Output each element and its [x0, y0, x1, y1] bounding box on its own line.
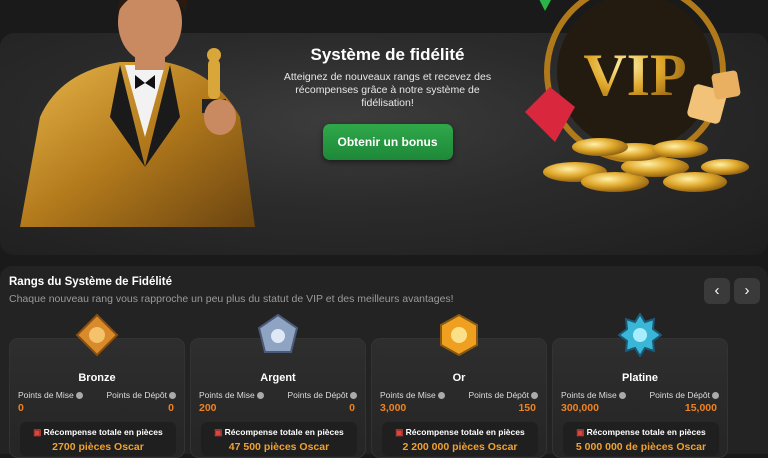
reward-label: Récompense totale en pièces — [405, 427, 525, 437]
bet-points-value: 200 — [199, 402, 217, 414]
reward-value: 5 000 000 de pièces Oscar — [575, 441, 707, 453]
reward-box: ▣ Récompense totale en pièces 5 000 000 … — [563, 422, 719, 456]
prev-button[interactable]: ‹ — [704, 278, 730, 304]
deposit-points-label: Points de Dépôt — [469, 390, 538, 400]
gift-icon: ▣ — [214, 427, 223, 437]
rank-name: Bronze — [78, 372, 116, 384]
character-illustration — [20, 0, 255, 227]
deposit-points-value: 0 — [168, 402, 174, 414]
gift-icon: ▣ — [395, 427, 404, 437]
bet-points-label: Points de Mise — [199, 390, 264, 400]
reward-value: 2700 pièces Oscar — [52, 441, 144, 453]
vip-text: VIP — [583, 42, 686, 108]
ranks-title: Rangs du Système de Fidélité — [9, 276, 172, 288]
info-icon — [531, 392, 538, 400]
rank-card-or[interactable]: Or Points de Mise Points de Dépôt 3,000 … — [371, 313, 547, 458]
reward-label: Récompense totale en pièces — [43, 427, 163, 437]
info-icon — [169, 392, 176, 400]
bet-points-label: Points de Mise — [18, 390, 83, 400]
bet-points-value: 300,000 — [561, 402, 599, 414]
bronze-rank-icon — [75, 313, 119, 357]
get-bonus-button[interactable]: Obtenir un bonus — [322, 124, 453, 160]
deposit-points-label: Points de Dépôt — [107, 390, 176, 400]
ranks-subtitle: Chaque nouveau rang vous rapproche un pe… — [9, 293, 454, 305]
gift-icon: ▣ — [33, 427, 42, 437]
chevron-right-icon: › — [744, 282, 750, 299]
info-icon — [437, 392, 445, 400]
reward-box: ▣ Récompense totale en pièces 2 200 000 … — [382, 422, 538, 456]
deposit-points-value: 0 — [349, 402, 355, 414]
gift-icon: ▣ — [576, 427, 585, 437]
deposit-points-value: 150 — [518, 402, 536, 414]
bet-points-value: 3,000 — [380, 402, 407, 414]
bet-points-label: Points de Mise — [561, 390, 626, 400]
info-icon — [618, 392, 626, 400]
reward-label: Récompense totale en pièces — [586, 427, 706, 437]
reward-value: 2 200 000 pièces Oscar — [402, 441, 518, 453]
info-icon — [712, 392, 719, 400]
bet-points-value: 0 — [18, 402, 24, 414]
emerald-icon — [539, 0, 551, 11]
rank-card-bronze[interactable]: Bronze Points de Mise Points de Dépôt 0 … — [9, 313, 185, 458]
silver-rank-icon — [257, 313, 299, 353]
rank-card-platine[interactable]: Platine Points de Mise Points de Dépôt 3… — [552, 313, 728, 458]
hero-subtitle: Atteignez de nouveaux rangs et recevez d… — [283, 71, 492, 109]
deposit-points-label: Points de Dépôt — [288, 390, 357, 400]
bet-points-label: Points de Mise — [380, 390, 445, 400]
deposit-points-value: 15,000 — [684, 402, 717, 414]
reward-value: 47 500 pièces Oscar — [228, 441, 330, 453]
info-icon — [75, 392, 83, 400]
reward-box: ▣ Récompense totale en pièces 47 500 piè… — [201, 422, 357, 456]
rank-name: Platine — [621, 372, 659, 384]
chevron-left-icon: ‹ — [714, 282, 720, 299]
rank-card-argent[interactable]: Argent Points de Mise Points de Dépôt 20… — [190, 313, 366, 458]
hero-title: Système de fidélité — [310, 45, 465, 64]
deposit-points-label: Points de Dépôt — [650, 390, 719, 400]
info-icon — [350, 392, 357, 400]
coin-pile-icon — [543, 138, 749, 192]
ranks-section: Rangs du Système de Fidélité Chaque nouv… — [0, 266, 768, 458]
rank-name: Or — [452, 372, 466, 384]
info-icon — [256, 392, 264, 400]
gold-rank-icon — [440, 313, 478, 357]
next-button[interactable]: › — [734, 278, 760, 304]
reward-box: ▣ Récompense totale en pièces 2700 pièce… — [20, 422, 176, 456]
vip-coins-illustration: VIP — [525, 0, 749, 192]
platinum-rank-icon — [618, 313, 662, 357]
reward-label: Récompense totale en pièces — [224, 427, 344, 437]
hero-content: Système de fidélité Atteignez de nouveau… — [270, 45, 505, 160]
rank-name: Argent — [260, 372, 296, 384]
